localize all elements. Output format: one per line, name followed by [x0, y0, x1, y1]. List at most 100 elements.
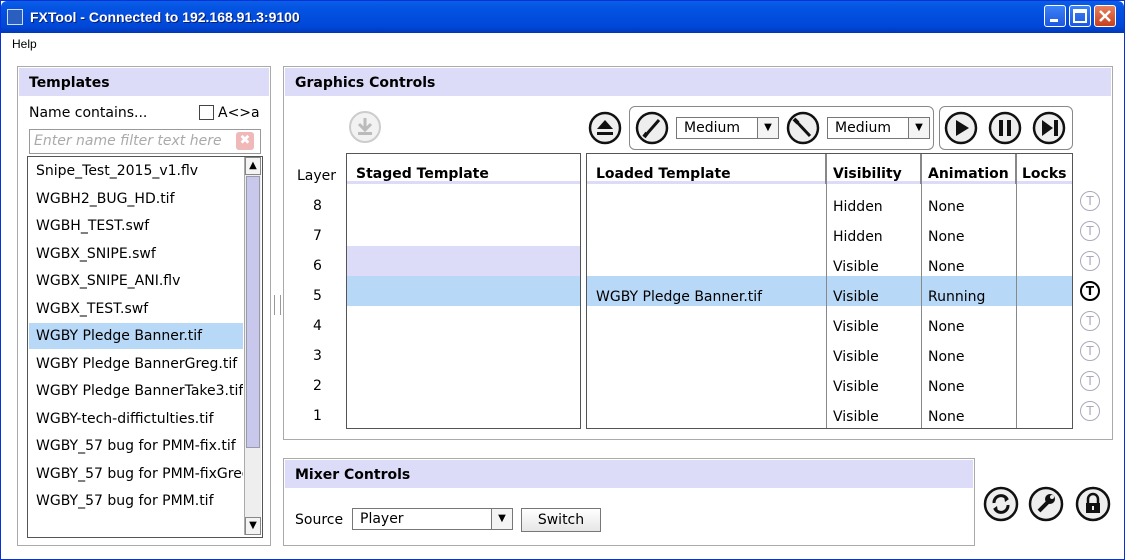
step-forward-button[interactable]: [1032, 111, 1066, 145]
chevron-down-icon[interactable]: ▼: [491, 509, 512, 529]
stage-button[interactable]: [348, 111, 382, 143]
transition-in-button[interactable]: [635, 111, 669, 145]
case-sensitive-checkbox[interactable]: [199, 105, 214, 120]
source-label: Source: [295, 512, 344, 528]
minimize-icon: [1050, 19, 1058, 22]
template-list-item[interactable]: Snipe_Test_2015_v1.flv: [29, 158, 243, 184]
template-list-item[interactable]: WGBX_SNIPE.swf: [29, 241, 243, 267]
name-filter-input[interactable]: Enter name filter text here ✖: [29, 129, 261, 154]
scroll-up-icon[interactable]: ▲: [245, 157, 261, 175]
splitter-handle[interactable]: [274, 295, 281, 315]
animation-cell[interactable]: None: [928, 259, 965, 275]
name-contains-label: Name contains...: [29, 105, 148, 121]
animation-cell[interactable]: None: [928, 199, 965, 215]
animation-cell[interactable]: Running: [928, 289, 985, 305]
loaded-template-header[interactable]: Loaded Template: [587, 154, 826, 184]
play-button[interactable]: [944, 111, 978, 145]
animation-header[interactable]: Animation: [921, 154, 1016, 184]
template-list-item[interactable]: WGBY_57 bug for PMM-fixGreg.tif: [29, 461, 243, 487]
layer-lock-icon[interactable]: T: [1080, 401, 1100, 421]
template-name: WGBY Pledge BannerTake3.tif: [36, 383, 243, 399]
maximize-button[interactable]: [1069, 5, 1091, 27]
layer-lock-icon[interactable]: T: [1080, 221, 1100, 241]
layer-lock-icon[interactable]: T: [1080, 341, 1100, 361]
scroll-down-icon[interactable]: ▼: [245, 517, 261, 535]
settings-button[interactable]: [1028, 486, 1064, 522]
template-list-item[interactable]: WGBY Pledge Banner.tif: [29, 323, 243, 349]
template-list-item[interactable]: WGBH_TEST.swf: [29, 213, 243, 239]
visibility-cell[interactable]: Visible: [833, 349, 879, 365]
chevron-down-icon[interactable]: ▼: [908, 118, 929, 138]
staged-row-5-highlight[interactable]: [347, 276, 580, 306]
column-divider: [1016, 154, 1017, 428]
pause-button[interactable]: [988, 111, 1022, 145]
padlock-icon: [1075, 486, 1111, 522]
template-name: WGBX_SNIPE.swf: [36, 245, 156, 262]
template-list[interactable]: Snipe_Test_2015_v1.flv WGBH2_BUG_HD.tif WG…: [27, 156, 263, 538]
staged-template-grid[interactable]: Staged Template: [346, 153, 581, 429]
template-name: WGBH_TEST.swf: [36, 218, 150, 234]
speed-out-select[interactable]: Medium ▼: [827, 117, 930, 139]
visibility-cell[interactable]: Visible: [833, 319, 879, 335]
animation-cell[interactable]: None: [928, 409, 965, 425]
template-list-item[interactable]: WGBY_57 bug for PMM-fix.tif: [29, 433, 243, 459]
visibility-cell[interactable]: Visible: [833, 379, 879, 395]
template-list-item[interactable]: WGBH2_BUG_HD.tif: [29, 186, 243, 212]
layer-lock-icon[interactable]: T: [1080, 251, 1100, 271]
eject-button[interactable]: [588, 111, 622, 145]
refresh-button[interactable]: [983, 486, 1019, 522]
template-name: WGBX_TEST.swf: [36, 300, 149, 317]
layer-lock-icon[interactable]: T: [1080, 371, 1100, 391]
animation-cell[interactable]: None: [928, 349, 965, 365]
template-list-item[interactable]: WGBY Pledge BannerGreg.tif: [29, 351, 243, 377]
layer-lock-icon[interactable]: T: [1080, 191, 1100, 211]
menu-help[interactable]: Help: [12, 37, 37, 51]
chevron-down-icon[interactable]: ▼: [757, 118, 778, 138]
visibility-cell[interactable]: Hidden: [833, 229, 883, 245]
close-button[interactable]: [1094, 5, 1116, 27]
layer-number: 6: [313, 258, 322, 274]
layer-lock-icon[interactable]: T: [1080, 281, 1100, 301]
loaded-template-cell[interactable]: WGBY Pledge Banner.tif: [596, 289, 762, 305]
speed-out-value: Medium: [835, 120, 891, 136]
animation-cell[interactable]: None: [928, 229, 965, 245]
layer-lock-icon[interactable]: T: [1080, 311, 1100, 331]
layer-number: 5: [313, 288, 322, 304]
staged-row-6-highlight[interactable]: [347, 246, 580, 276]
graphics-header: Graphics Controls: [285, 68, 1111, 96]
template-name: WGBY Pledge BannerGreg.tif: [36, 355, 238, 372]
scrollbar-thumb[interactable]: [246, 176, 260, 448]
mixer-title: Mixer Controls: [295, 467, 411, 483]
column-divider: [826, 154, 827, 428]
staged-header-text: Staged Template: [356, 166, 489, 182]
visibility-cell[interactable]: Visible: [833, 409, 879, 425]
visibility-cell[interactable]: Visible: [833, 259, 879, 275]
animation-cell[interactable]: None: [928, 379, 965, 395]
switch-button[interactable]: Switch: [521, 508, 601, 532]
visibility-header[interactable]: Visibility: [826, 154, 921, 184]
template-list-item[interactable]: WGBY-tech-diffictulties.tif: [29, 406, 243, 432]
template-list-item[interactable]: WGBX_SNIPE_ANI.flv: [29, 268, 243, 294]
template-list-item[interactable]: WGBY Pledge BannerTake3.tif: [29, 378, 243, 404]
lock-button[interactable]: [1075, 486, 1111, 522]
template-list-item[interactable]: WGBX_TEST.swf: [29, 296, 243, 322]
title-bar[interactable]: FXTool - Connected to 192.168.91.3:9100: [1, 1, 1124, 33]
locks-header[interactable]: Locks: [1016, 154, 1072, 184]
animation-cell[interactable]: None: [928, 319, 965, 335]
loaded-template-grid[interactable]: Loaded Template Visibility Animation Loc…: [586, 153, 1073, 429]
visibility-cell[interactable]: Hidden: [833, 199, 883, 215]
template-list-scrollbar[interactable]: ▲ ▼: [244, 157, 261, 535]
brush-out-icon: [786, 111, 820, 145]
layer-number: 4: [313, 318, 322, 334]
play-icon: [944, 111, 978, 145]
source-select[interactable]: Player ▼: [352, 508, 513, 530]
minimize-button[interactable]: [1044, 5, 1066, 27]
visibility-cell[interactable]: Visible: [833, 289, 879, 305]
graphics-title: Graphics Controls: [295, 75, 436, 91]
layer-number: 2: [313, 378, 322, 394]
template-name: WGBY-tech-diffictulties.tif: [36, 410, 214, 427]
template-list-item[interactable]: WGBY_57 bug for PMM.tif: [29, 488, 243, 514]
speed-in-select[interactable]: Medium ▼: [676, 117, 779, 139]
transition-out-button[interactable]: [786, 111, 820, 145]
clear-filter-icon[interactable]: ✖: [236, 132, 254, 150]
